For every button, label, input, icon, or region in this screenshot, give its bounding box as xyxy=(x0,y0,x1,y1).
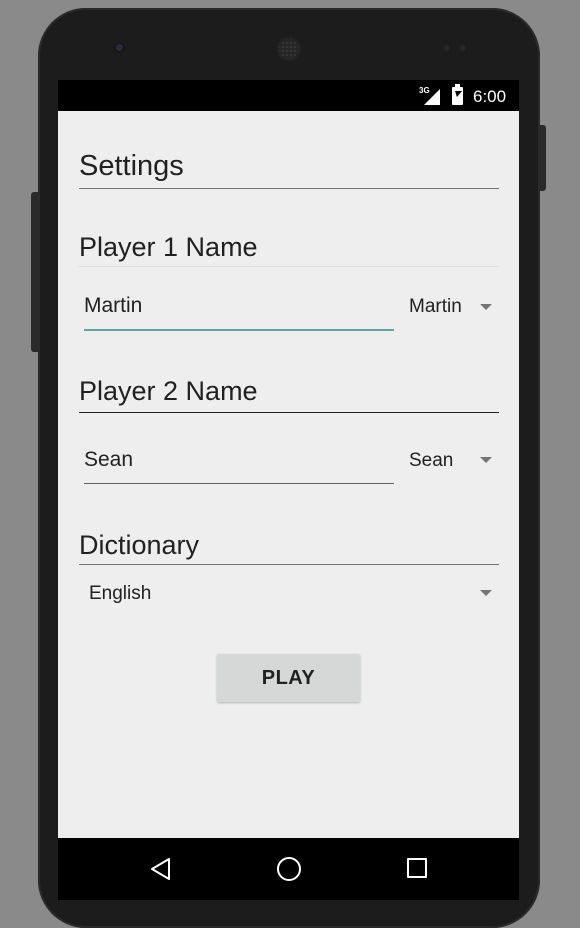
player1-spinner-value: Martin xyxy=(409,296,462,317)
chevron-down-icon xyxy=(480,304,492,310)
status-bar: 3G 6:00 xyxy=(58,80,519,111)
player1-spinner[interactable]: Martin xyxy=(409,296,462,326)
player1-label: Player 1 Name xyxy=(79,232,258,262)
home-icon[interactable] xyxy=(277,857,301,881)
player2-divider xyxy=(79,412,499,413)
dictionary-spinner[interactable]: English xyxy=(89,583,499,613)
player1-name-input[interactable]: Martin xyxy=(84,289,394,329)
status-time: 6:00 xyxy=(473,87,507,106)
app-screen: 3G 6:00 Settings Player 1 Name Martin Ma… xyxy=(58,80,519,900)
battery-charging-icon xyxy=(452,84,463,105)
dictionary-spinner-value: English xyxy=(89,583,152,604)
recents-icon[interactable] xyxy=(407,858,427,878)
player1-divider xyxy=(79,266,499,267)
volume-button xyxy=(31,192,38,352)
play-button[interactable]: PLAY xyxy=(217,654,360,702)
player1-input-underline xyxy=(84,329,394,331)
front-camera-icon xyxy=(114,42,125,53)
player2-spinner[interactable]: Sean xyxy=(409,450,453,480)
settings-divider xyxy=(79,188,499,189)
speaker-grille-icon xyxy=(277,37,301,61)
navigation-bar xyxy=(58,838,519,900)
chevron-down-icon xyxy=(480,457,492,463)
power-button xyxy=(540,125,546,191)
player2-label: Player 2 Name xyxy=(79,376,258,406)
player2-name-input[interactable]: Sean xyxy=(84,443,394,483)
sensor-icon xyxy=(444,45,450,51)
dictionary-label: Dictionary xyxy=(79,530,200,560)
settings-title: Settings xyxy=(79,150,184,182)
sensor-icon xyxy=(460,45,466,51)
back-icon[interactable] xyxy=(149,857,173,881)
chevron-down-icon xyxy=(480,590,492,596)
dictionary-divider xyxy=(79,564,499,565)
player2-spinner-value: Sean xyxy=(409,450,454,471)
signal-icon xyxy=(424,89,440,105)
player2-input-underline xyxy=(84,483,394,484)
